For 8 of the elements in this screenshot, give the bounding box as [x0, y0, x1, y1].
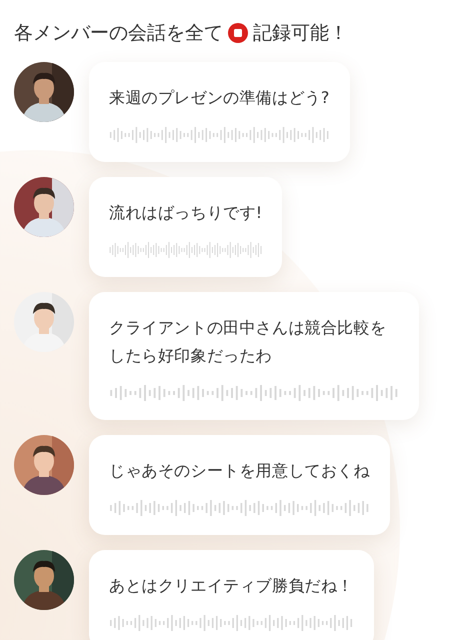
heading-text: 各メンバーの会話を全て: [14, 21, 223, 46]
record-icon: [227, 22, 249, 44]
message-text: 来週のプレゼンの準備はどう?: [109, 87, 330, 109]
message-text: 流れはばっちりです!: [109, 202, 262, 224]
message-text: クライアントの田中さんは競合比較をしたら好印象だったわ: [109, 317, 388, 367]
message-text: じゃあそのシートを用意しておくね: [109, 460, 370, 482]
heading-text: 記録可能！: [253, 21, 348, 46]
message-text: あとはクリエイティブ勝負だね！: [109, 575, 354, 597]
